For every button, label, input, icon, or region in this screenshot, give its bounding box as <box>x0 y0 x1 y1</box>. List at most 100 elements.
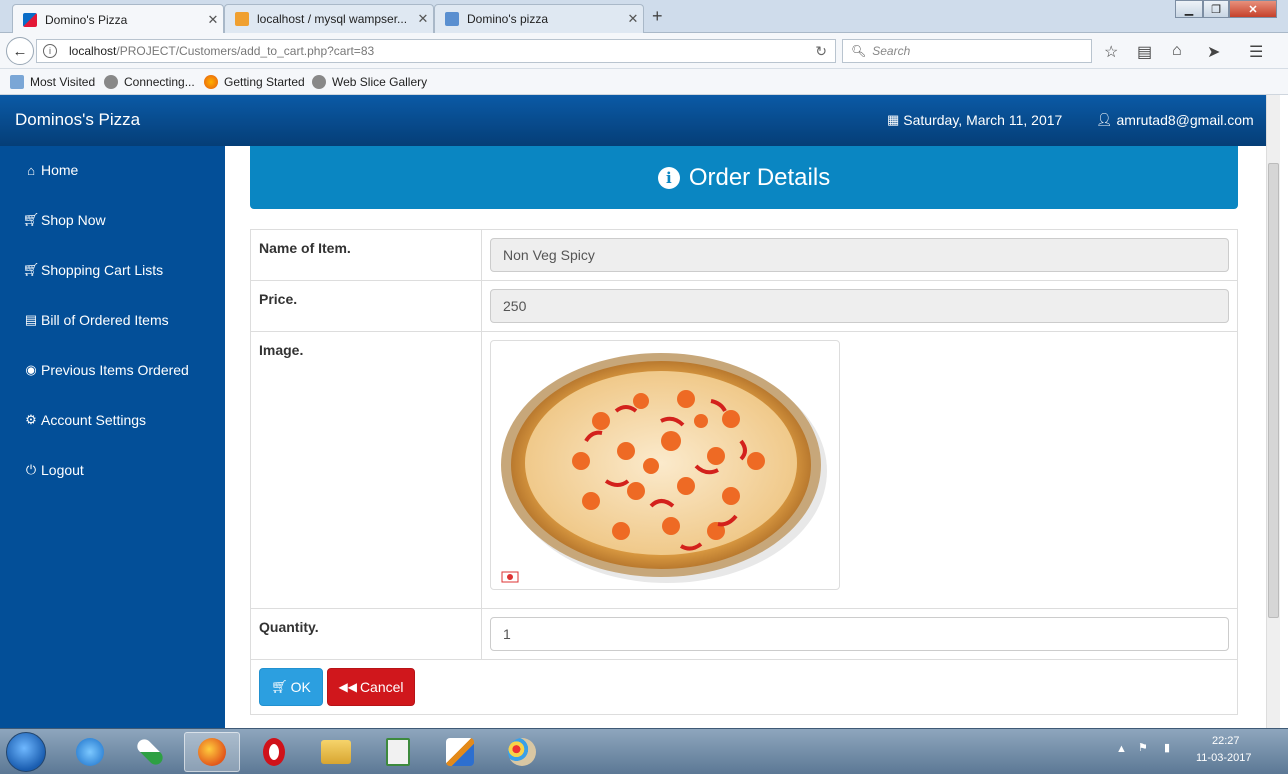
home-icon: ⌂ <box>27 162 35 178</box>
sidebar-item-bill-of-ordered-items[interactable]: ▤ Bill of Ordered Items <box>23 312 169 328</box>
bookmark-getting-started[interactable]: Getting Started <box>204 75 305 89</box>
bookmark-star-icon[interactable]: ☆ <box>1104 42 1118 62</box>
eye-icon: ◉ <box>25 362 37 377</box>
info-circle-icon: i <box>657 166 680 189</box>
table-row: Name of Item. Non Veg Spicy <box>251 230 1237 281</box>
app-pill-icon[interactable] <box>122 732 178 772</box>
cancel-button[interactable]: ◀◀ Cancel <box>327 668 415 706</box>
panel-title: Order Details <box>688 163 831 191</box>
opera-icon[interactable] <box>246 732 302 772</box>
url-host: localhost <box>69 44 117 58</box>
page-favicon-icon <box>445 12 459 26</box>
folder-icon <box>10 75 24 89</box>
bookmark-label: Connecting... <box>124 75 195 89</box>
back-arrow-icon[interactable]: ← <box>6 37 34 65</box>
tab-phpmyadmin[interactable]: localhost / mysql wampser... ✕ <box>224 4 434 33</box>
site-info-icon[interactable]: i <box>43 44 57 58</box>
bookmark-label: Most Visited <box>30 75 96 89</box>
firefox-icon[interactable] <box>184 732 240 772</box>
url-path: /PROJECT/Customers/add_to_cart.php?cart=… <box>116 44 375 58</box>
pen-app-icon[interactable] <box>432 732 488 772</box>
table-row: Price. 250 <box>251 281 1237 332</box>
search-placeholder: Search <box>872 44 911 58</box>
vertical-scrollbar[interactable] <box>1266 95 1280 728</box>
sidebar-item-home[interactable]: ⌂ Home <box>23 162 78 178</box>
scrollbar-thumb[interactable] <box>1268 163 1279 618</box>
price-field[interactable]: 250 <box>490 289 1229 323</box>
clock-date[interactable]: 11-03-2017 <box>1196 752 1251 764</box>
list-icon: ▤ <box>24 312 38 327</box>
brand-title[interactable]: Dominos's Pizza <box>15 110 140 130</box>
calendar-icon: ▦ <box>887 112 900 127</box>
home-icon[interactable]: ⌂ <box>1172 42 1182 60</box>
flag-icon[interactable]: ⚑ <box>1138 741 1148 754</box>
item-name-field[interactable]: Non Veg Spicy <box>490 238 1229 272</box>
sidebar-item-label: Account Settings <box>41 412 147 428</box>
ok-label: OK <box>290 679 311 695</box>
search-input[interactable]: 🔍︎ Search <box>842 39 1092 63</box>
file-explorer-icon[interactable] <box>308 732 364 772</box>
sidebar-item-label: Bill of Ordered Items <box>41 312 169 328</box>
sidebar-item-label: Shop Now <box>41 212 106 228</box>
pizza-illustration <box>501 353 827 583</box>
start-button[interactable] <box>6 732 46 772</box>
show-hidden-icons-icon[interactable]: ▲ <box>1116 743 1127 755</box>
maximize-button[interactable]: ❐ <box>1203 0 1229 18</box>
pizza-image <box>490 340 840 590</box>
menu-icon[interactable]: ☰ <box>1249 42 1263 62</box>
quantity-input[interactable]: 1 <box>490 617 1229 651</box>
reading-list-icon[interactable]: ▤ <box>1137 42 1152 62</box>
user-email: amrutad8@gmail.com <box>1116 112 1254 128</box>
sidebar-item-account-settings[interactable]: ⚙ Account Settings <box>23 412 146 428</box>
tab-dominos-pizza-2[interactable]: Domino's pizza ✕ <box>434 4 644 33</box>
bookmark-web-slice-gallery[interactable]: Web Slice Gallery <box>312 75 427 89</box>
globe-icon <box>312 75 326 89</box>
sidebar-item-previous-items-ordered[interactable]: ◉ Previous Items Ordered <box>23 362 189 378</box>
page-header: Dominos's Pizza ▦ Saturday, March 11, 20… <box>0 95 1266 146</box>
windows-taskbar: ▲ ⚑ ▮ 22:27 11-03-2017 <box>0 728 1288 774</box>
image-label: Image. <box>251 332 482 608</box>
sidebar-item-shopping-cart-lists[interactable]: 🛒︎ Shopping Cart Lists <box>23 262 163 278</box>
paint-icon[interactable] <box>494 732 550 772</box>
sidebar-item-label: Home <box>41 162 79 178</box>
power-icon: ⏻ <box>25 462 37 477</box>
search-icon: 🔍︎ <box>851 44 867 58</box>
fast-backward-icon: ◀◀ <box>338 680 357 694</box>
tab-label: Domino's pizza <box>467 12 548 26</box>
notepad-icon[interactable] <box>370 732 426 772</box>
gear-icon: ⚙ <box>25 412 37 427</box>
main-content: i Order Details Name of Item. Non Veg Sp… <box>225 146 1266 728</box>
url-text: localhost/PROJECT/Customers/add_to_cart.… <box>69 44 374 58</box>
window-close-button[interactable]: ✕ <box>1229 0 1277 18</box>
bookmark-label: Getting Started <box>224 75 305 89</box>
internet-explorer-icon[interactable] <box>62 732 118 772</box>
name-label: Name of Item. <box>251 230 482 280</box>
reload-icon[interactable]: ↻ <box>815 43 827 60</box>
minimize-button[interactable]: ▁ <box>1175 0 1203 18</box>
cart-icon: 🛒︎ <box>22 212 40 227</box>
ok-button[interactable]: 🛒︎ OK <box>259 668 323 706</box>
sidebar-item-shop-now[interactable]: 🛒︎ Shop Now <box>23 212 106 228</box>
sidebar-item-label: Shopping Cart Lists <box>41 262 164 278</box>
user-icon: 👤︎ <box>1096 112 1113 127</box>
close-icon[interactable]: ✕ <box>623 11 643 27</box>
bookmark-connecting[interactable]: Connecting... <box>104 75 195 89</box>
cart-icon: 🛒︎ <box>22 262 40 277</box>
close-icon[interactable]: ✕ <box>413 11 433 27</box>
phpmyadmin-favicon-icon <box>235 12 249 26</box>
date-text: Saturday, March 11, 2017 <box>903 112 1063 128</box>
tab-dominos-pizza[interactable]: Domino's Pizza ✕ <box>12 4 224 34</box>
table-row: Quantity. 1 <box>251 609 1237 660</box>
header-user[interactable]: 👤︎ amrutad8@gmail.com <box>1096 112 1254 128</box>
url-bar[interactable]: i localhost/PROJECT/Customers/add_to_car… <box>36 39 836 63</box>
send-icon[interactable]: ➤ <box>1207 42 1220 62</box>
new-tab-plus-icon[interactable]: + <box>652 6 663 27</box>
close-icon[interactable]: ✕ <box>203 12 223 28</box>
sidebar-item-logout[interactable]: ⏻ Logout <box>23 462 84 478</box>
order-details-table: Name of Item. Non Veg Spicy Price. 250 I… <box>250 229 1238 715</box>
clock-time[interactable]: 22:27 <box>1212 735 1240 747</box>
network-icon[interactable]: ▮ <box>1164 741 1170 754</box>
sidebar-item-label: Logout <box>41 462 84 478</box>
bookmark-most-visited[interactable]: Most Visited <box>10 75 95 89</box>
price-label: Price. <box>251 281 482 331</box>
